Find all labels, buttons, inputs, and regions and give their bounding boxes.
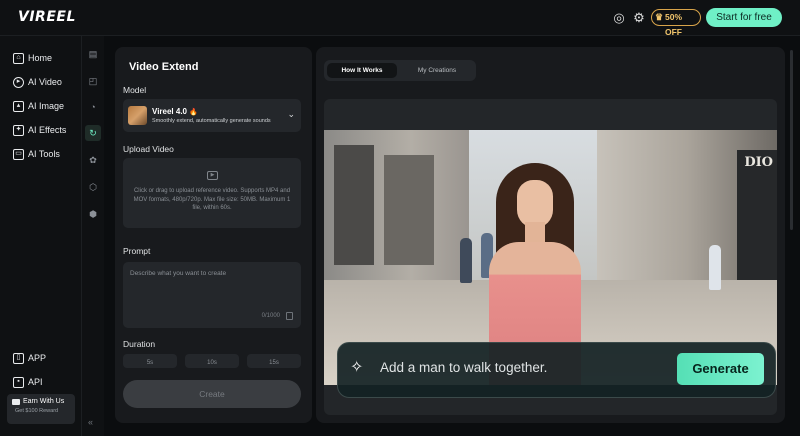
model-name: Vireel 4.0	[152, 107, 187, 116]
model-label: Model	[123, 85, 147, 95]
video-extend-panel: Video Extend Model Vireel 4.0 🔥 Smoothly…	[115, 47, 312, 423]
prompt-textarea[interactable]: Describe what you want to create 0/1000	[123, 262, 301, 328]
upload-instructions: Click or drag to upload reference video.…	[133, 188, 291, 211]
gear-icon[interactable]: ⚙	[631, 10, 647, 26]
start-for-free-button[interactable]: Start for free	[706, 8, 782, 27]
sidebar-item-label: API	[28, 377, 43, 387]
prompt-label: Prompt	[123, 246, 151, 256]
toolbox-icon: ▭	[13, 148, 24, 160]
duration-option-15s[interactable]: 15s	[247, 354, 301, 368]
panel-title: Video Extend	[129, 61, 199, 73]
upload-label: Upload Video	[123, 144, 174, 154]
demo-prompt-text: Add a man to walk together.	[380, 360, 548, 375]
tool-rail: ▤ ◰ ◔ ↻ ✿ ⬡ ⬢	[82, 36, 104, 436]
effects-tool-icon[interactable]: ◔	[87, 101, 99, 113]
phone-icon: ▯	[13, 352, 24, 364]
sidebar-item-home[interactable]: ⌂ Home	[13, 50, 52, 66]
video-extend-icon[interactable]: ↻	[85, 125, 101, 141]
sidebar-item-ai-image[interactable]: ▴ AI Image	[13, 98, 64, 114]
effects-icon: ✦	[13, 124, 24, 136]
headset-icon[interactable]: ◎	[611, 10, 627, 26]
sidebar-item-label: AI Image	[28, 101, 65, 111]
chevron-down-icon: ⌄	[287, 109, 295, 119]
sidebar-item-label: AI Tools	[28, 149, 60, 159]
promo-label: 50% OFF	[665, 12, 683, 37]
pedestrian	[460, 238, 472, 283]
earn-title: Earn With Us	[23, 398, 65, 405]
earn-with-us-card[interactable]: Earn With Us Get $100 Reward	[7, 394, 75, 424]
store-sign: DIO	[744, 155, 773, 170]
collapse-sidebar-icon[interactable]: «	[88, 417, 93, 427]
earn-title-row: Earn With Us	[12, 398, 70, 405]
storefront-window	[384, 155, 434, 265]
image-to-video-icon[interactable]: ◰	[87, 75, 99, 87]
sidebar-item-label: AI Effects	[28, 125, 67, 135]
woman-neck	[525, 222, 545, 244]
home-icon: ⌂	[13, 52, 24, 64]
main-content: How It Works My Creations DIO ✧ Add a ma…	[316, 47, 785, 423]
model-select[interactable]: Vireel 4.0 🔥 Smoothly extend, automatica…	[123, 99, 301, 132]
clipboard-icon[interactable]	[286, 312, 293, 320]
image-icon: ▴	[13, 100, 24, 112]
model-thumbnail	[128, 106, 147, 125]
sidebar-item-api[interactable]: ▪ API	[13, 374, 43, 390]
duration-option-10s[interactable]: 10s	[185, 354, 239, 368]
top-bar: VIREEL ◎ ⚙ ♛ 50% OFF Start for free	[0, 0, 800, 37]
create-button[interactable]: Create	[123, 380, 301, 408]
sidebar-item-ai-effects[interactable]: ✦ AI Effects	[13, 122, 66, 138]
sidebar-item-app[interactable]: ▯ APP	[13, 350, 46, 366]
demo-generate-button: Generate	[677, 353, 764, 385]
sidebar-item-label: APP	[28, 353, 47, 363]
model-description: Smoothly extend, automatically generate …	[152, 118, 271, 124]
woman-face	[517, 180, 553, 228]
promo-badge[interactable]: ♛ 50% OFF	[651, 9, 701, 37]
gift-icon	[12, 398, 20, 405]
storefront-window	[334, 145, 374, 265]
tab-how-it-works[interactable]: How It Works	[327, 63, 397, 78]
api-icon: ▪	[13, 376, 24, 388]
store-facade	[737, 150, 777, 300]
video-file-icon: ▶	[207, 171, 218, 180]
tab-bar: How It Works My Creations	[324, 60, 476, 81]
sidebar-item-ai-tools[interactable]: ▭ AI Tools	[13, 146, 60, 162]
text-to-video-icon[interactable]: ▤	[87, 48, 99, 60]
magic-wand-icon: ✧	[350, 359, 364, 376]
model-name-row: Vireel 4.0 🔥	[152, 107, 198, 116]
sidebar: ⌂ Home ▸ AI Video ▴ AI Image ✦ AI Effect…	[0, 36, 82, 436]
character-count: 0/1000	[261, 313, 280, 319]
sidebar-item-ai-video[interactable]: ▸ AI Video	[13, 74, 62, 90]
demo-preview: DIO ✧ Add a man to walk together. Genera…	[324, 99, 777, 415]
layers-icon[interactable]: ⬢	[87, 208, 99, 220]
pedestrian	[709, 245, 721, 290]
tab-my-creations[interactable]: My Creations	[404, 63, 470, 78]
fire-icon: 🔥	[189, 109, 198, 116]
character-icon[interactable]: ✿	[87, 154, 99, 166]
brand-logo[interactable]: VIREEL	[18, 9, 76, 25]
scrollbar[interactable]	[790, 50, 793, 230]
video-upload-dropzone[interactable]: ▶ Click or drag to upload reference vide…	[123, 158, 301, 228]
sidebar-item-label: Home	[28, 53, 53, 63]
cube-icon[interactable]: ⬡	[87, 181, 99, 193]
demo-prompt-bar: ✧ Add a man to walk together. Generate	[337, 342, 776, 398]
sidebar-item-label: AI Video	[28, 77, 62, 87]
earn-subtitle: Get $100 Reward	[15, 408, 59, 414]
right-storefronts: DIO	[597, 130, 777, 300]
duration-label: Duration	[123, 339, 156, 349]
play-icon: ▸	[13, 76, 24, 88]
left-storefronts	[324, 130, 469, 300]
crown-icon: ♛	[655, 12, 664, 22]
prompt-placeholder: Describe what you want to create	[130, 270, 227, 277]
duration-option-5s[interactable]: 5s	[123, 354, 177, 368]
